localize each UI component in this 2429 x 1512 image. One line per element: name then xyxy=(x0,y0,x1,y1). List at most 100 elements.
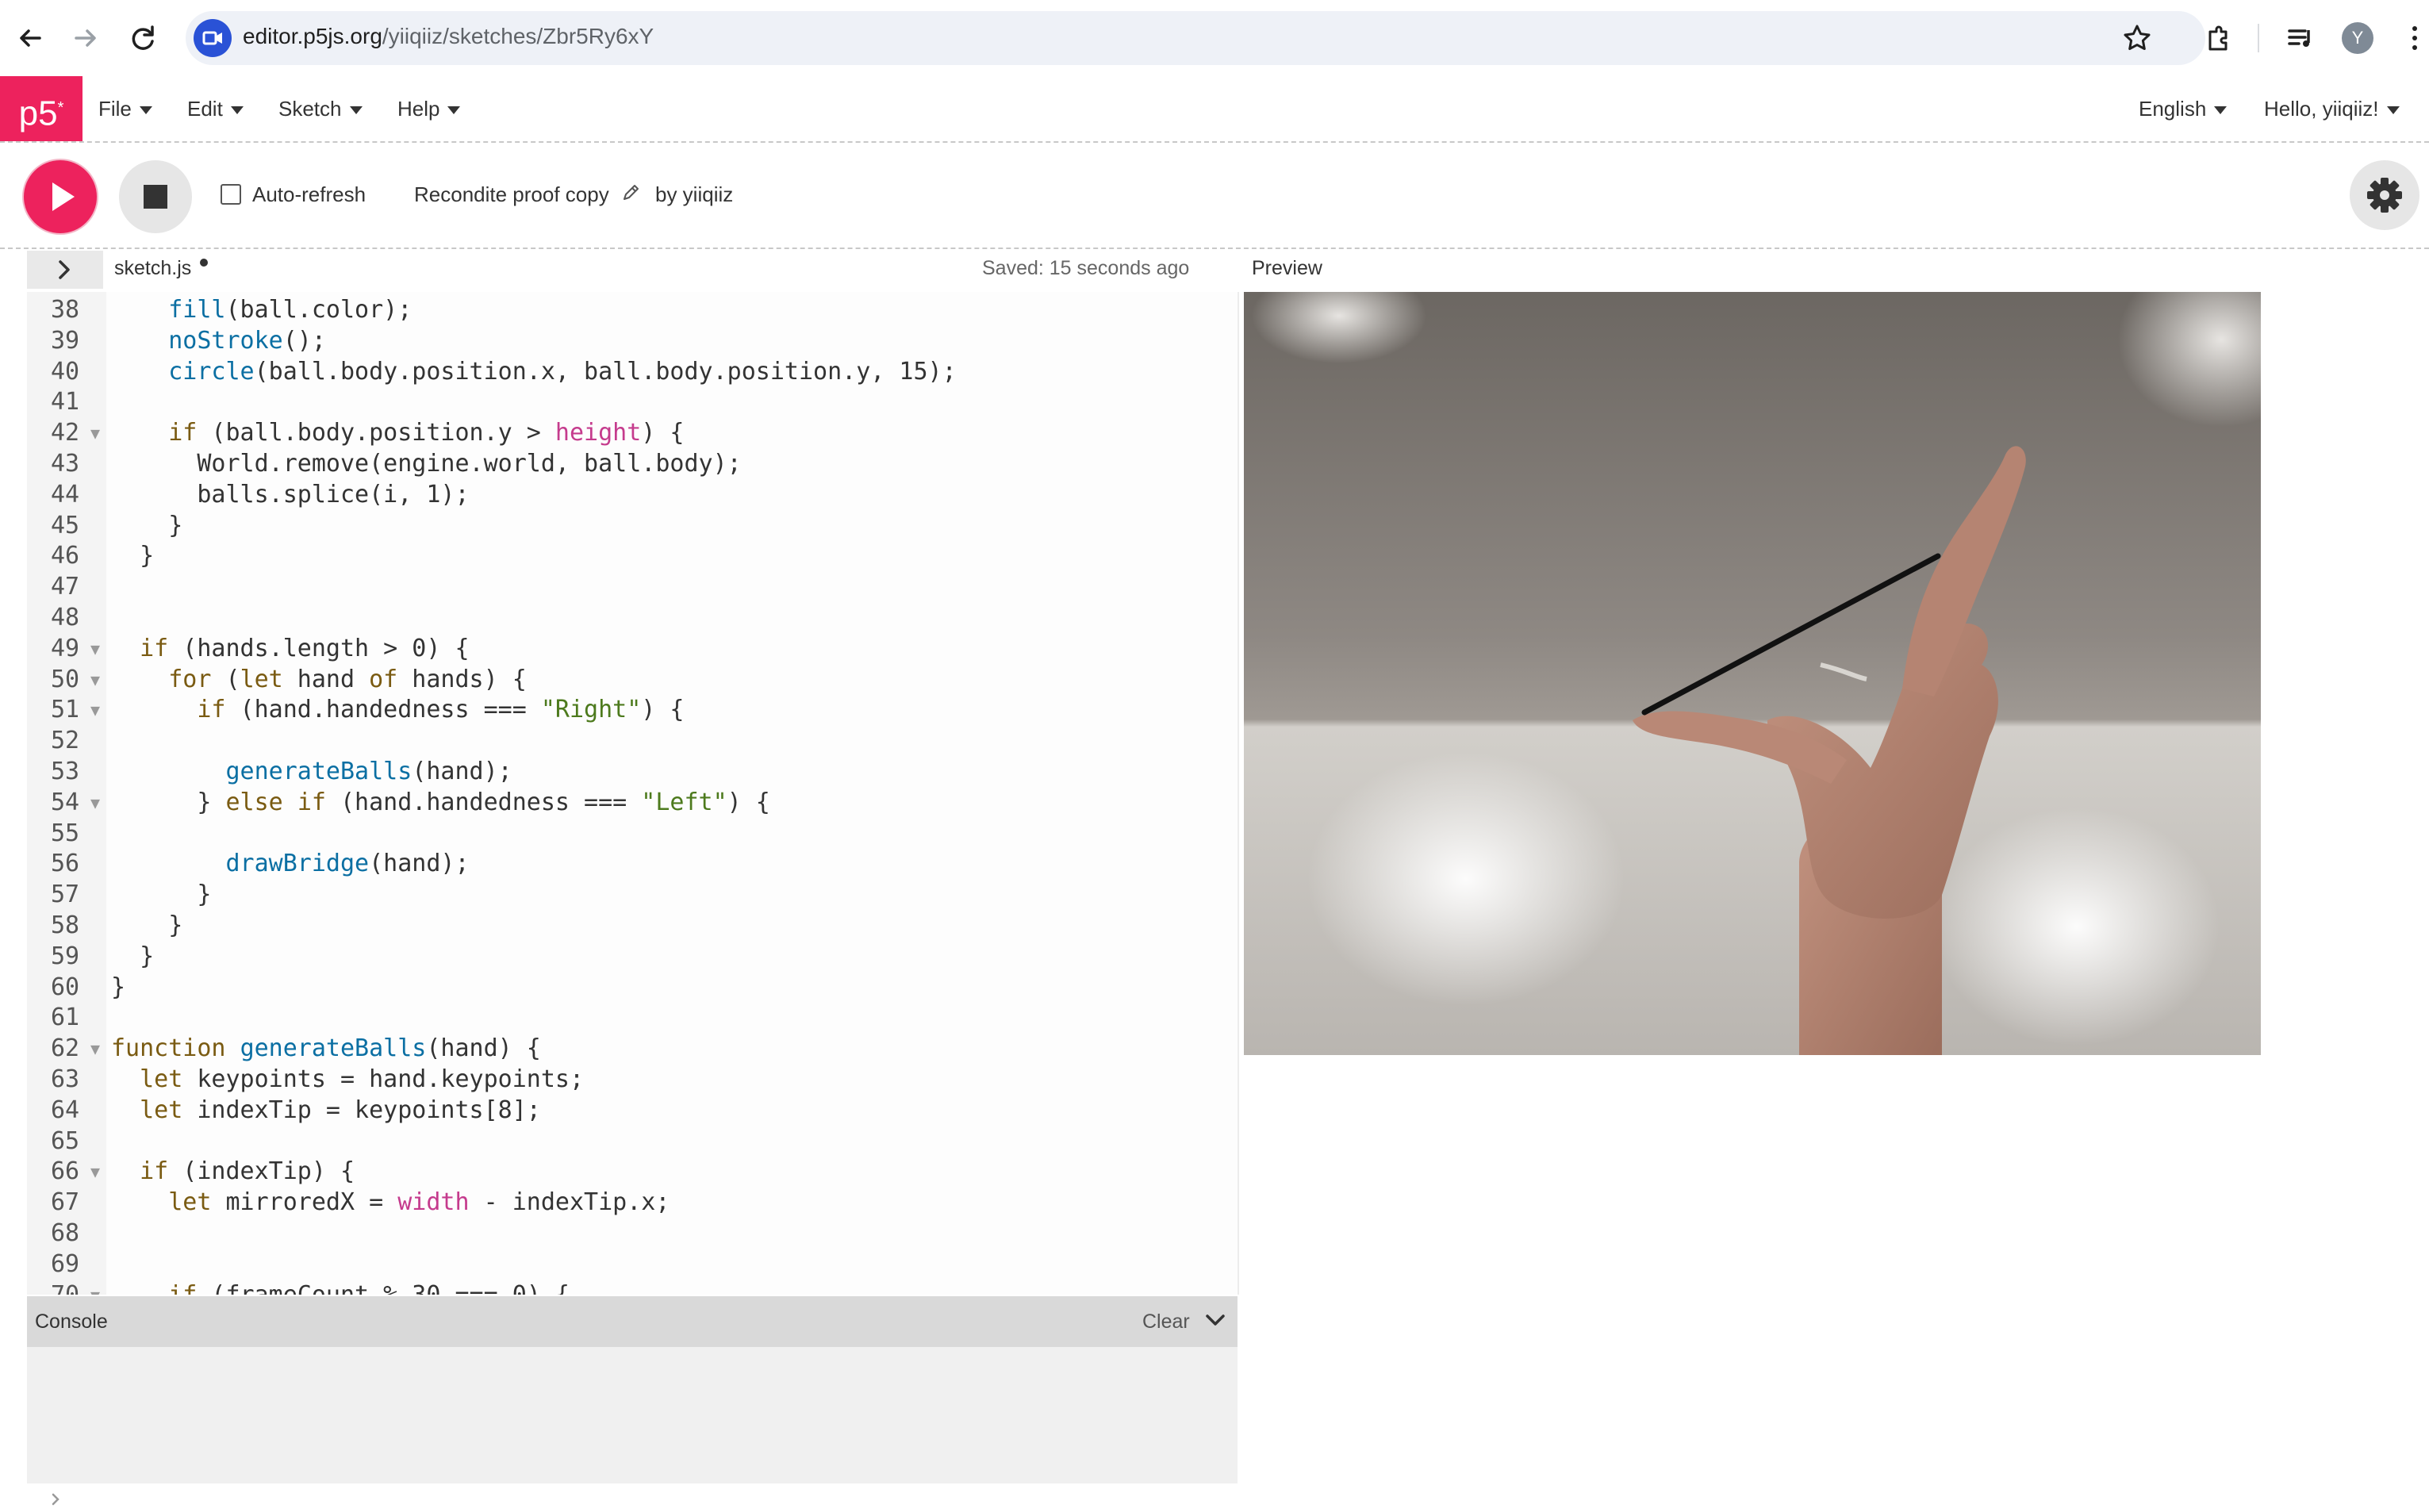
code-text: let indexTip = keypoints[8]; xyxy=(140,1096,541,1124)
stop-button[interactable] xyxy=(119,160,192,233)
line-number: 57 xyxy=(51,881,80,909)
code-line[interactable]: 59 } xyxy=(27,942,1238,972)
code-line[interactable]: 47 xyxy=(27,572,1238,602)
code-line[interactable]: 66 ▼ if (indexTip) { xyxy=(27,1157,1238,1187)
profile-avatar[interactable]: Y xyxy=(2342,22,2373,54)
code-line[interactable]: 62 ▼ function generateBalls(hand) { xyxy=(27,1034,1238,1064)
chrome-menu-button[interactable] xyxy=(2408,22,2421,54)
menu-file[interactable]: File xyxy=(98,97,152,121)
line-number: 44 xyxy=(51,480,80,508)
line-number: 40 xyxy=(51,357,80,386)
code-text: balls.splice(i, 1); xyxy=(111,480,470,508)
bookmark-button[interactable] xyxy=(2118,19,2156,57)
preview-canvas[interactable] xyxy=(1244,292,2261,1055)
menu-help[interactable]: Help xyxy=(397,97,461,121)
fold-triangle-icon[interactable]: ▼ xyxy=(90,1157,100,1187)
extensions-button[interactable] xyxy=(2199,19,2237,57)
code-line[interactable]: 56 drawBridge(hand); xyxy=(27,849,1238,879)
saved-status: Saved: 15 seconds ago xyxy=(982,257,1190,279)
back-button[interactable] xyxy=(11,19,49,57)
reload-button[interactable] xyxy=(124,19,162,57)
code-line[interactable]: 43 World.remove(engine.world, ball.body)… xyxy=(27,449,1238,479)
fold-triangle-icon[interactable]: ▼ xyxy=(90,695,100,725)
console-clear-button[interactable]: Clear xyxy=(1142,1311,1190,1334)
line-number: 58 xyxy=(51,911,80,939)
code-line[interactable]: 49 ▼ if (hands.length > 0) { xyxy=(27,634,1238,664)
fold-triangle-icon[interactable]: ▼ xyxy=(90,1034,100,1064)
code-text: let mirroredX = width - indexTip.x; xyxy=(168,1188,670,1217)
code-line[interactable]: 50 ▼ for (let hand of hands) { xyxy=(27,665,1238,695)
code-line[interactable]: 70▼ if (frameCount % 30 === 0) { xyxy=(27,1280,1238,1295)
fold-triangle-icon[interactable]: ▼ xyxy=(90,788,100,818)
pencil-icon[interactable] xyxy=(620,182,641,203)
fold-triangle-icon[interactable]: ▼ xyxy=(90,634,100,664)
code-text: if (hands.length > 0) { xyxy=(140,634,470,662)
line-number: 61 xyxy=(51,1004,80,1032)
menu-edit[interactable]: Edit xyxy=(187,97,244,121)
code-line[interactable]: 55 xyxy=(27,819,1238,849)
language-label: English xyxy=(2139,97,2207,121)
code-line[interactable]: 65 xyxy=(27,1126,1238,1157)
code-line[interactable]: 64 let indexTip = keypoints[8]; xyxy=(27,1096,1238,1126)
code-line[interactable]: 44 balls.splice(i, 1); xyxy=(27,480,1238,510)
code-line[interactable]: 53 generateBalls(hand); xyxy=(27,757,1238,787)
auto-refresh-checkbox[interactable] xyxy=(221,184,241,205)
forward-button[interactable] xyxy=(67,19,105,57)
fold-triangle-icon[interactable]: ▼ xyxy=(90,418,100,448)
code-line[interactable]: 61 xyxy=(27,1003,1238,1033)
code-text: if (frameCount % 30 === 0) { xyxy=(111,1280,570,1295)
code-line[interactable]: 68 xyxy=(27,1218,1238,1249)
menu-sketch[interactable]: Sketch xyxy=(278,97,363,121)
sketch-owner[interactable]: by yiiqiiz xyxy=(655,182,733,207)
code-line[interactable]: 38 fill(ball.color); xyxy=(27,295,1238,325)
code-line[interactable]: 41 xyxy=(27,387,1238,417)
address-bar[interactable]: editor.p5js.org/yiiqiiz/sketches/Zbr5Ry6… xyxy=(186,11,2205,65)
settings-button[interactable] xyxy=(2350,160,2419,230)
code-line[interactable]: 67 let mirroredX = width - indexTip.x; xyxy=(27,1188,1238,1218)
console-output[interactable] xyxy=(27,1347,1238,1483)
fold-triangle-icon[interactable]: ▼ xyxy=(90,665,100,695)
line-number: 68 xyxy=(51,1219,80,1247)
line-number: 42 xyxy=(51,419,80,447)
url-path: /yiiqiiz/sketches/Zbr5Ry6xY xyxy=(382,24,654,48)
code-line[interactable]: 46 } xyxy=(27,541,1238,571)
code-line[interactable]: 45 } xyxy=(27,511,1238,541)
logo-text: p5 xyxy=(18,94,58,133)
code-line[interactable]: 57 } xyxy=(27,880,1238,910)
language-menu[interactable]: English xyxy=(2139,97,2228,121)
code-line[interactable]: 54 ▼ } else if (hand.handedness === "Left… xyxy=(27,788,1238,818)
file-tab-sketch-js[interactable]: sketch.js xyxy=(114,257,191,280)
account-label: Hello, yiiqiiz! xyxy=(2264,97,2379,121)
account-menu[interactable]: Hello, yiiqiiz! xyxy=(2264,97,2400,121)
console-label: Console xyxy=(35,1311,108,1333)
code-text: World.remove(engine.world, ball.body); xyxy=(111,450,742,478)
code-text: } xyxy=(111,881,212,909)
code-line[interactable]: 40 circle(ball.body.position.x, ball.bod… xyxy=(27,357,1238,387)
code-text: circle(ball.body.position.x, ball.body.p… xyxy=(168,357,957,386)
code-line[interactable]: 42 ▼ if (ball.body.position.y > height) { xyxy=(27,418,1238,448)
console-prompt-icon[interactable] xyxy=(48,1491,63,1507)
code-line[interactable]: 52 xyxy=(27,726,1238,756)
sidebar-toggle-button[interactable] xyxy=(27,251,103,289)
code-line[interactable]: 39 noStroke(); xyxy=(27,326,1238,356)
code-line[interactable]: 60} xyxy=(27,973,1238,1003)
line-number: 64 xyxy=(51,1096,80,1124)
media-button[interactable] xyxy=(2281,19,2320,57)
triangle-down-icon xyxy=(349,106,363,115)
code-text: } xyxy=(111,911,183,939)
code-line[interactable]: 63 let keypoints = hand.keypoints; xyxy=(27,1065,1238,1095)
site-icon[interactable] xyxy=(194,19,232,57)
url-text[interactable]: editor.p5js.org/yiiqiiz/sketches/Zbr5Ry6… xyxy=(243,24,654,49)
code-editor[interactable]: 38 fill(ball.color); 39 noStroke(); 40 cir… xyxy=(27,292,1239,1295)
play-button[interactable] xyxy=(24,160,97,233)
code-text: for (let hand of hands) { xyxy=(168,665,527,693)
p5-logo[interactable]: p5* xyxy=(0,76,83,141)
fold-triangle-icon[interactable]: ▼ xyxy=(90,1280,100,1295)
code-text: if (indexTip) { xyxy=(140,1157,355,1186)
sketch-name[interactable]: Recondite proof copy xyxy=(414,182,609,207)
code-line[interactable]: 58 } xyxy=(27,911,1238,941)
code-line[interactable]: 48 xyxy=(27,603,1238,633)
code-line[interactable]: 69 xyxy=(27,1249,1238,1280)
console-collapse-button[interactable] xyxy=(1203,1307,1228,1333)
code-line[interactable]: 51 ▼ if (hand.handedness === "Right") { xyxy=(27,695,1238,725)
